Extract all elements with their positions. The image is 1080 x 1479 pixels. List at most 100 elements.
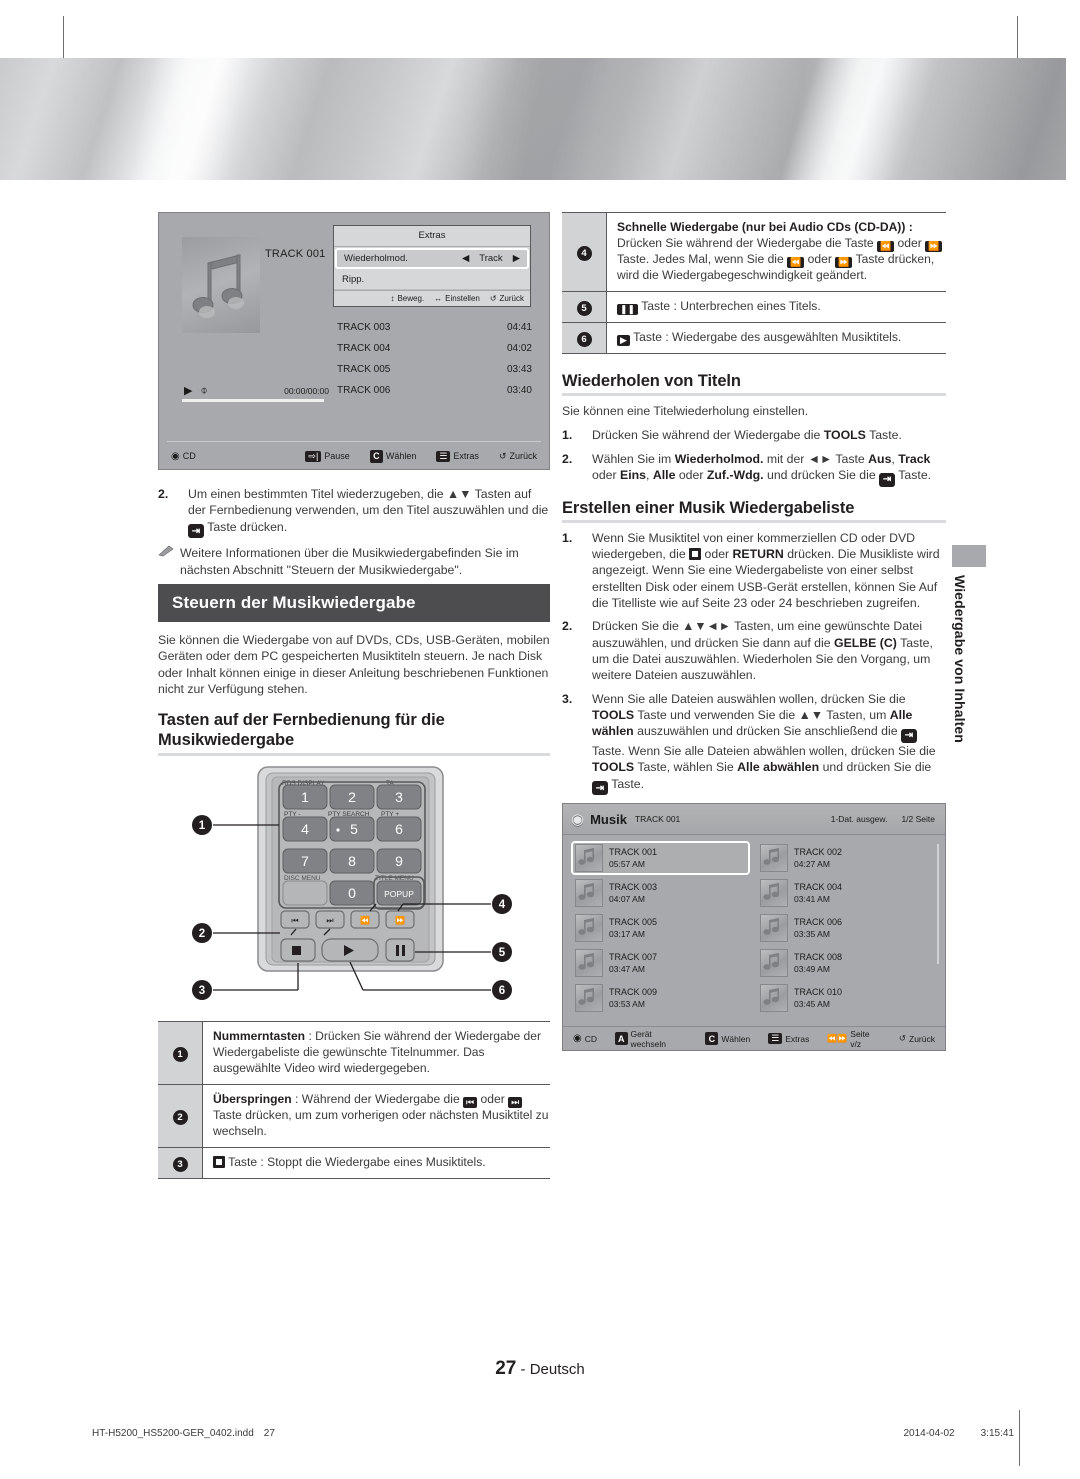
music-note-icon [578, 988, 594, 1006]
list-item-time: 04:07 AM [609, 894, 645, 905]
svg-text:⏮: ⏮ [291, 916, 298, 925]
row-text-c: Taste drücken, um zum vorherigen oder nä… [213, 1107, 549, 1138]
track-row[interactable]: TRACK 003 04:41 [335, 317, 540, 338]
list-item-name: TRACK 008 [794, 952, 843, 963]
callout-badge: 3 [172, 1156, 188, 1172]
step-text-b: Taste drücken. [204, 519, 288, 534]
music-list-grid: TRACK 001 05:57 AM TRACK 002 04:27 AM TR… [563, 835, 945, 1017]
extras-row-value: Track [479, 253, 503, 264]
action-select[interactable]: C Wählen [369, 449, 416, 463]
music-list-status: 1-Dat. ausgew. 1/2 Seite [831, 814, 935, 824]
step-text: Um einen bestimmten Titel wiederzugeben,… [188, 486, 550, 539]
list-item[interactable]: TRACK 009 03:53 AM [571, 981, 750, 1015]
list-item[interactable]: TRACK 005 03:17 AM [571, 911, 750, 945]
music-note-icon [763, 918, 779, 936]
list-item[interactable]: TRACK 003 04:07 AM [571, 876, 750, 910]
list-item[interactable]: TRACK 002 04:27 AM [756, 841, 935, 875]
heading-rule [562, 519, 946, 523]
music-note-thumbnail [575, 844, 603, 873]
music-note-thumbnail [575, 914, 603, 943]
s2g: oder [675, 467, 707, 482]
list-item-labels: TRACK 009 03:53 AM [609, 987, 657, 1009]
list-item[interactable]: TRACK 006 03:35 AM [756, 911, 935, 945]
s2-bold-aus: Aus [868, 451, 892, 466]
extras-row-wiederholmod[interactable]: Wiederholmod. ◀ Track ▶ [335, 248, 529, 269]
list-item-time: 04:27 AM [794, 859, 830, 870]
list-item[interactable]: TRACK 001 05:57 AM [571, 841, 750, 876]
source-indicator: ◉ CD [573, 1033, 597, 1044]
list-item-name: TRACK 009 [609, 987, 658, 998]
list-item-name: TRACK 007 [609, 952, 658, 963]
action-back[interactable]: ↺ Zurück [899, 1033, 935, 1044]
svg-text:3: 3 [395, 789, 403, 805]
enter-key-icon: ⇥ [592, 781, 608, 796]
imprint-page: 27 [263, 1428, 275, 1439]
list-item-time: 03:53 AM [609, 999, 645, 1010]
list-item[interactable]: TRACK 008 03:49 AM [756, 946, 935, 980]
svg-text:1: 1 [199, 820, 206, 832]
music-note-thumbnail [760, 949, 788, 978]
action-select[interactable]: C Wählen [705, 1032, 750, 1046]
action-pause[interactable]: ⇨| Pause [305, 450, 350, 462]
page-indicator: 1/2 Seite [901, 814, 935, 825]
up-down-arrow-icon: ↕ [390, 294, 395, 303]
track-row[interactable]: TRACK 006 03:40 [335, 380, 540, 401]
subsection-heading: Tasten auf der Fernbedienung für die Mus… [158, 711, 445, 750]
row-bold-label: Nummerntasten [213, 1029, 306, 1043]
list-item[interactable]: TRACK 010 03:45 AM [756, 981, 935, 1015]
list-item-name: TRACK 006 [794, 917, 843, 928]
list-item: 3. Wenn Sie alle Dateien auswählen wolle… [562, 691, 946, 796]
action-back[interactable]: ↺ Zurück [499, 451, 537, 462]
action-change-device[interactable]: A Gerät wechseln [615, 1029, 687, 1049]
music-player-screenshot: TRACK 001 ▶ ⌽ 00:00/00:00 TRACK 003 04:4… [158, 212, 550, 470]
play-icon: ▶ [184, 385, 193, 397]
track-row[interactable]: TRACK 005 03:43 [335, 359, 540, 380]
list-item[interactable]: TRACK 007 03:47 AM [571, 946, 750, 980]
action-page[interactable]: ⏪⏩ Seite v/z [827, 1029, 881, 1049]
imprint-right: 2014-04-02 3:15:41 [903, 1428, 1014, 1439]
music-note-icon [763, 848, 779, 866]
svg-text:4: 4 [301, 821, 309, 837]
track-list: TRACK 003 04:41 TRACK 004 04:02 TRACK 00… [335, 317, 540, 401]
list-item: 2. Drücken Sie die ▲▼◄► Tasten, um eine … [562, 618, 946, 683]
table-row: 3 Taste : Stoppt die Wiedergabe eines Mu… [158, 1147, 550, 1179]
action-page-label: Seite v/z [850, 1028, 870, 1049]
step-text-a: Um einen bestimmten Titel wiederzugeben,… [188, 487, 549, 518]
list-item-name: TRACK 010 [794, 987, 843, 998]
p3c: auszuwählen und drücken Sie anschließend… [633, 724, 901, 739]
scrollbar[interactable] [937, 844, 939, 965]
list-item-time: 03:49 AM [794, 964, 830, 975]
source-label: CD [584, 1033, 598, 1044]
svg-text:4: 4 [499, 899, 506, 911]
action-back-label: Zurück [909, 1033, 935, 1044]
step-number: 2. [158, 487, 169, 501]
table-row-text-cell: Nummerntasten : Drücken Sie während der … [202, 1021, 550, 1085]
chevron-right-icon[interactable]: ▶ [513, 253, 520, 264]
heading-rule [158, 753, 550, 756]
list-item-name: TRACK 001 [609, 847, 658, 858]
repeat-icon: ⌽ [200, 383, 208, 397]
action-extras[interactable]: ☰ Extras [768, 1033, 809, 1045]
list-item[interactable]: TRACK 004 03:41 AM [756, 876, 935, 910]
music-list-footer: ◉ CD A Gerät wechseln C Wählen ☰ Extras … [563, 1026, 945, 1050]
callout-badge: 1 [172, 1046, 188, 1062]
side-tab-label: Wiedergabe von Inhalten [952, 575, 968, 743]
track-row[interactable]: TRACK 004 04:02 [335, 338, 540, 359]
svg-text:⏭: ⏭ [326, 916, 333, 925]
svg-text:9: 9 [395, 853, 403, 869]
table-row-number-cell: 2 [158, 1084, 203, 1148]
s2c: mit der ◄► Taste [763, 451, 869, 466]
left-right-arrow-icon: ↔ [434, 294, 443, 303]
list-item-time: 05:57 AM [609, 859, 645, 870]
list-item-time: 03:41 AM [794, 894, 830, 905]
list-item-name: TRACK 002 [794, 847, 843, 858]
extras-row-ripp[interactable]: Ripp. [334, 270, 530, 290]
page-header-banner [0, 58, 1066, 180]
music-note-icon [578, 918, 594, 936]
progress-bar[interactable] [182, 399, 324, 402]
action-extras[interactable]: ☰ Extras [436, 450, 479, 462]
row-bold-label: Schnelle Wiedergabe (nur bei Audio CDs (… [617, 220, 913, 234]
banner-sheen [0, 58, 1066, 180]
rewind-icon: ⏪ [787, 256, 805, 268]
chevron-left-icon[interactable]: ◀ [462, 253, 469, 264]
